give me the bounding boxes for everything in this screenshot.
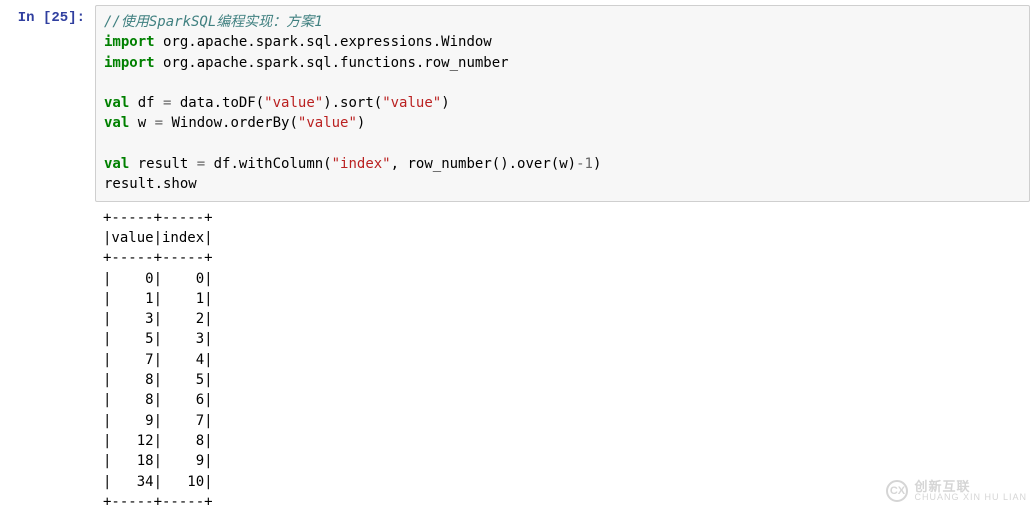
str-value-2: "value"	[382, 95, 441, 111]
watermark-en: CHUANG XIN HU LIAN	[914, 493, 1027, 502]
code-input[interactable]: //使用SparkSQL编程实现：方案1 import org.apache.s…	[95, 5, 1030, 202]
table-row: | 3| 2|	[103, 311, 213, 327]
table-row: | 8| 6|	[103, 392, 213, 408]
op-eq-3: =	[197, 156, 205, 172]
table-sep-bottom: +-----+-----+	[103, 494, 213, 510]
table-row: | 9| 7|	[103, 413, 213, 429]
expr-df-b: ).sort(	[323, 95, 382, 111]
table-row: | 8| 5|	[103, 372, 213, 388]
table-row: | 1| 1|	[103, 291, 213, 307]
expr-res-a: df.withColumn(	[205, 156, 331, 172]
str-value-1: "value"	[264, 95, 323, 111]
str-index: "index"	[332, 156, 391, 172]
num-one: 1	[585, 156, 593, 172]
table-row: | 34| 10|	[103, 474, 213, 490]
cell-content: //使用SparkSQL编程实现：方案1 import org.apache.s…	[95, 5, 1030, 512]
table-row: | 18| 9|	[103, 453, 213, 469]
watermark-text: 创新互联 CHUANG XIN HU LIAN	[914, 480, 1027, 502]
table-row: | 0| 0|	[103, 271, 213, 287]
expr-w-b: )	[357, 115, 365, 131]
table-row: | 12| 8|	[103, 433, 213, 449]
watermark: CX 创新互联 CHUANG XIN HU LIAN	[886, 480, 1027, 502]
var-df: df	[129, 95, 163, 111]
kw-val-1: val	[104, 95, 129, 111]
kw-import-2: import	[104, 55, 155, 71]
code-comment: //使用SparkSQL编程实现：方案1	[104, 14, 323, 30]
kw-val-3: val	[104, 156, 129, 172]
expr-res-c: )	[593, 156, 601, 172]
table-row: | 5| 3|	[103, 331, 213, 347]
notebook-cell: In [25]: //使用SparkSQL编程实现：方案1 import org…	[0, 0, 1035, 517]
import-path-1: org.apache.spark.sql.expressions.Window	[155, 34, 492, 50]
table-header: |value|index|	[103, 230, 213, 246]
expr-w-a: Window.orderBy(	[163, 115, 298, 131]
op-minus: -	[576, 156, 584, 172]
input-prompt: In [25]:	[5, 5, 95, 512]
code-output: +-----+-----+ |value|index| +-----+-----…	[95, 202, 1030, 512]
watermark-logo-icon: CX	[886, 480, 908, 502]
op-eq-2: =	[155, 115, 163, 131]
table-sep-mid: +-----+-----+	[103, 250, 213, 266]
kw-import-1: import	[104, 34, 155, 50]
var-w: w	[129, 115, 154, 131]
expr-res-b: , row_number().over(w)	[391, 156, 576, 172]
import-path-2: org.apache.spark.sql.functions.row_numbe…	[155, 55, 509, 71]
kw-val-2: val	[104, 115, 129, 131]
expr-df-a: data.toDF(	[171, 95, 264, 111]
table-row: | 7| 4|	[103, 352, 213, 368]
str-value-3: "value"	[298, 115, 357, 131]
var-result: result	[129, 156, 196, 172]
expr-df-c: )	[441, 95, 449, 111]
table-sep-top: +-----+-----+	[103, 210, 213, 226]
expr-show: result.show	[104, 176, 197, 192]
